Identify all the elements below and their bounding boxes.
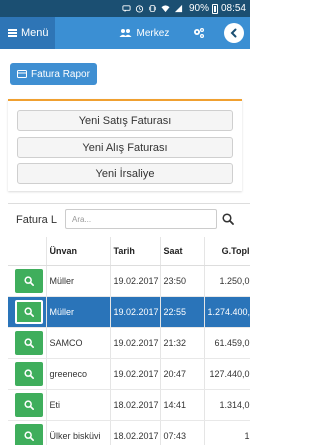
invoice-table: Ünvan Tarih Saat G.Topl Müller19.02.2017…	[8, 237, 250, 445]
status-bar: 90% 08:54	[0, 0, 250, 17]
view-invoice-button[interactable]	[15, 300, 43, 324]
cell-toplam: 1.250,0	[204, 266, 250, 297]
cell-saat: 07:43	[160, 421, 204, 445]
header-tarih[interactable]: Tarih	[110, 237, 160, 266]
cell-saat: 22:55	[160, 297, 204, 328]
magnifier-icon	[24, 276, 34, 286]
table-header-row: Ünvan Tarih Saat G.Topl	[8, 237, 250, 266]
status-icons	[4, 4, 183, 13]
report-icon	[17, 69, 27, 79]
back-button[interactable]	[224, 23, 244, 43]
chat-icon	[122, 4, 131, 13]
row-action-cell	[8, 266, 46, 297]
cell-tarih: 19.02.2017	[110, 359, 160, 390]
new-purchase-invoice-button[interactable]: Yeni Alış Faturası	[17, 137, 233, 158]
menu-label: Menü	[21, 27, 49, 39]
table-row[interactable]: Müller19.02.201722:551.274.400,0	[8, 297, 250, 328]
battery-percent: 90%	[189, 3, 209, 14]
top-navbar: Menü Merkez	[0, 17, 250, 49]
table-row[interactable]: Ülker bisküvi18.02.201707:431	[8, 421, 250, 445]
cell-tarih: 19.02.2017	[110, 297, 160, 328]
header-unvan[interactable]: Ünvan	[46, 237, 110, 266]
invoice-table-wrap[interactable]: Ünvan Tarih Saat G.Topl Müller19.02.2017…	[8, 237, 250, 445]
invoice-list-panel: Fatura L Ara... Ünvan Tarih Saat G.Topl …	[8, 203, 250, 445]
new-waybill-button[interactable]: Yeni İrsaliye	[17, 163, 233, 184]
users-icon	[119, 28, 132, 38]
magnifier-icon	[24, 307, 34, 317]
cell-saat: 23:50	[160, 266, 204, 297]
fatura-rapor-label: Fatura Rapor	[31, 69, 90, 80]
alarm-icon	[135, 4, 144, 13]
search-icon[interactable]	[222, 213, 234, 225]
cell-tarih: 19.02.2017	[110, 328, 160, 359]
hamburger-icon	[8, 29, 17, 37]
table-row[interactable]: Eti18.02.201714:411.314,0	[8, 390, 250, 421]
new-sales-invoice-button[interactable]: Yeni Satış Faturası	[17, 110, 233, 131]
cell-unvan: SAMCO	[46, 328, 110, 359]
view-invoice-button[interactable]	[15, 393, 43, 417]
back-arrow-icon	[229, 28, 239, 38]
cell-tarih: 18.02.2017	[110, 421, 160, 445]
menu-button[interactable]: Menü	[0, 17, 55, 49]
row-action-cell	[8, 421, 46, 445]
row-action-cell	[8, 297, 46, 328]
view-invoice-button[interactable]	[15, 269, 43, 293]
cell-unvan: greeneco	[46, 359, 110, 390]
cell-unvan: Eti	[46, 390, 110, 421]
cell-tarih: 19.02.2017	[110, 266, 160, 297]
row-action-cell	[8, 328, 46, 359]
fatura-rapor-button[interactable]: Fatura Rapor	[10, 63, 97, 85]
magnifier-icon	[24, 369, 34, 379]
cell-unvan: Müller	[46, 297, 110, 328]
view-invoice-button[interactable]	[15, 331, 43, 355]
cell-unvan: Ülker bisküvi	[46, 421, 110, 445]
table-row[interactable]: Müller19.02.201723:501.250,0	[8, 266, 250, 297]
cell-tarih: 18.02.2017	[110, 390, 160, 421]
gears-icon[interactable]	[193, 27, 205, 39]
merkez-label: Merkez	[137, 28, 170, 39]
cell-saat: 21:32	[160, 328, 204, 359]
battery-icon	[212, 4, 218, 14]
cell-toplam: 1	[204, 421, 250, 445]
wifi-icon	[161, 4, 170, 13]
table-row[interactable]: SAMCO19.02.201721:3261.459,0	[8, 328, 250, 359]
status-right: 90% 08:54	[189, 3, 246, 14]
search-input[interactable]: Ara...	[65, 209, 217, 229]
header-saat[interactable]: Saat	[160, 237, 204, 266]
cell-saat: 20:47	[160, 359, 204, 390]
row-action-cell	[8, 390, 46, 421]
cell-unvan: Müller	[46, 266, 110, 297]
header-action	[8, 237, 46, 266]
clock: 08:54	[221, 3, 246, 14]
view-invoice-button[interactable]	[15, 424, 43, 445]
view-invoice-button[interactable]	[15, 362, 43, 386]
magnifier-icon	[24, 431, 34, 441]
cell-toplam: 61.459,0	[204, 328, 250, 359]
table-row[interactable]: greeneco19.02.201720:47127.440,0	[8, 359, 250, 390]
cell-toplam: 1.314,0	[204, 390, 250, 421]
merkez-link[interactable]: Merkez	[119, 28, 170, 39]
cell-toplam: 1.274.400,0	[204, 297, 250, 328]
vibrate-icon	[148, 4, 157, 13]
header-toplam[interactable]: G.Topl	[204, 237, 250, 266]
list-title: Fatura L	[16, 214, 57, 226]
actions-panel: Yeni Satış Faturası Yeni Alış Faturası Y…	[8, 99, 242, 191]
cell-saat: 14:41	[160, 390, 204, 421]
magnifier-icon	[24, 400, 34, 410]
row-action-cell	[8, 359, 46, 390]
signal-icon	[174, 4, 183, 13]
magnifier-icon	[24, 338, 34, 348]
cell-toplam: 127.440,0	[204, 359, 250, 390]
